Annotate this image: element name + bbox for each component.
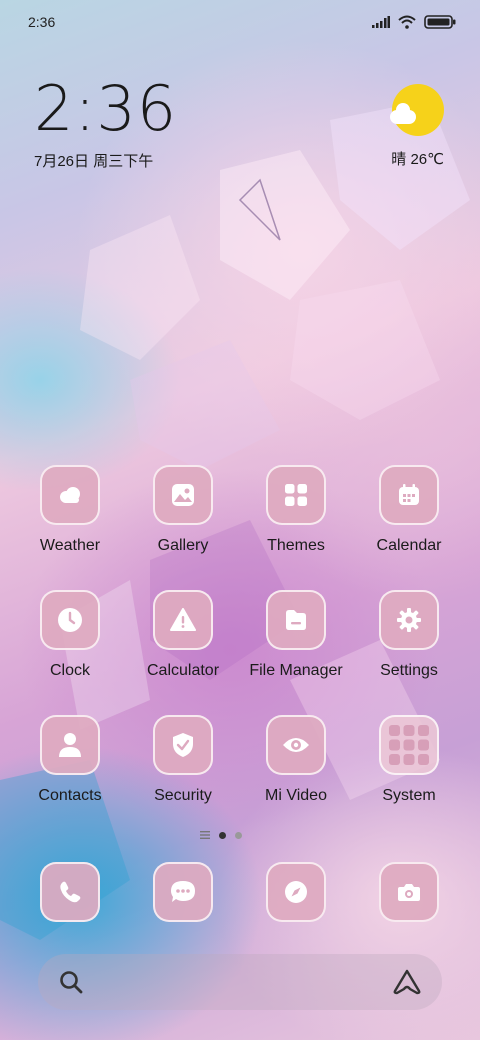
folder-icon — [286, 610, 306, 630]
app-tile[interactable] — [379, 465, 439, 525]
dock-messages[interactable] — [123, 862, 243, 922]
app-tile[interactable] — [40, 862, 100, 922]
clock-icon — [58, 608, 82, 632]
app-themes[interactable]: Themes — [236, 465, 356, 555]
widget-time: 2:36 — [34, 72, 178, 145]
app-tile[interactable] — [379, 715, 439, 775]
app-calendar[interactable]: Calendar — [349, 465, 469, 555]
compass-icon — [285, 881, 307, 903]
widget-date: 7月26日 周三下午 — [34, 153, 154, 170]
app-label: Gallery — [157, 537, 209, 554]
wifi-icon — [398, 15, 416, 29]
app-row-3: Contacts Security Mi Video System — [0, 715, 480, 825]
page-dot-active[interactable] — [219, 831, 226, 839]
cloud-icon — [60, 487, 80, 503]
status-bar: 2:36 — [0, 0, 480, 44]
status-time: 2:36 — [28, 14, 56, 30]
app-tile[interactable] — [379, 862, 439, 922]
status-icons — [372, 15, 456, 29]
dock — [0, 862, 480, 926]
camera-icon — [398, 884, 420, 901]
app-weather[interactable]: Weather — [10, 465, 130, 555]
folder-grid-icon — [389, 725, 429, 765]
app-tile[interactable] — [379, 590, 439, 650]
app-calculator[interactable]: Calculator — [123, 590, 243, 680]
app-tile[interactable] — [153, 590, 213, 650]
app-tile[interactable] — [266, 465, 326, 525]
gear-icon — [397, 608, 421, 632]
app-label: Clock — [49, 662, 90, 679]
app-label: Contacts — [38, 787, 102, 804]
page-indicator[interactable] — [200, 828, 260, 842]
app-contacts[interactable]: Contacts — [10, 715, 130, 805]
app-label: Weather — [39, 537, 101, 554]
app-tile[interactable] — [40, 590, 100, 650]
app-label: Calendar — [376, 537, 442, 554]
app-settings[interactable]: Settings — [349, 590, 469, 680]
app-tile[interactable] — [153, 715, 213, 775]
app-label: Mi Video — [265, 787, 327, 804]
eye-icon — [283, 738, 309, 752]
phone-icon — [60, 881, 81, 903]
search-bar[interactable] — [38, 954, 442, 1010]
app-system-folder[interactable]: System — [349, 715, 469, 805]
warning-triangle-icon — [170, 608, 196, 631]
app-label: Settings — [380, 662, 438, 679]
app-label: Calculator — [146, 662, 220, 679]
message-icon — [171, 881, 195, 902]
weather-widget[interactable]: 晴 26℃ — [390, 84, 444, 169]
app-tile[interactable] — [40, 465, 100, 525]
app-tile[interactable] — [266, 862, 326, 922]
battery-icon — [424, 15, 456, 29]
grid-icon — [285, 484, 307, 506]
clock-widget[interactable]: 2:36 7月26日 周三下午 — [34, 78, 177, 171]
calendar-icon — [399, 484, 419, 505]
dock-phone[interactable] — [10, 862, 130, 922]
app-label: File Manager — [249, 662, 343, 679]
menu-lines-icon — [200, 831, 210, 839]
app-gallery[interactable]: Gallery — [123, 465, 243, 555]
app-tile[interactable] — [40, 715, 100, 775]
app-tile[interactable] — [153, 465, 213, 525]
app-mi-video[interactable]: Mi Video — [236, 715, 356, 805]
app-file-manager[interactable]: File Manager — [236, 590, 356, 680]
signal-icon — [372, 16, 390, 28]
app-clock[interactable]: Clock — [10, 590, 130, 680]
app-tile[interactable] — [153, 862, 213, 922]
dock-camera[interactable] — [349, 862, 469, 922]
dock-browser[interactable] — [236, 862, 356, 922]
app-tile[interactable] — [266, 715, 326, 775]
app-tile[interactable] — [266, 590, 326, 650]
search-icon[interactable] — [58, 969, 84, 995]
shield-check-icon — [173, 733, 193, 757]
app-security[interactable]: Security — [123, 715, 243, 805]
person-icon — [59, 733, 81, 757]
app-row-2: Clock Calculator File Manager Settings — [0, 590, 480, 700]
app-label: Themes — [267, 537, 325, 554]
page-dot[interactable] — [235, 831, 242, 839]
sun-cloud-icon — [390, 84, 444, 136]
app-row-1: Weather Gallery Themes Calendar — [0, 465, 480, 575]
app-label: System — [382, 787, 436, 804]
assistant-icon[interactable] — [392, 969, 422, 995]
image-icon — [172, 484, 194, 506]
weather-text: 晴 26℃ — [391, 151, 444, 168]
app-label: Security — [154, 787, 212, 804]
